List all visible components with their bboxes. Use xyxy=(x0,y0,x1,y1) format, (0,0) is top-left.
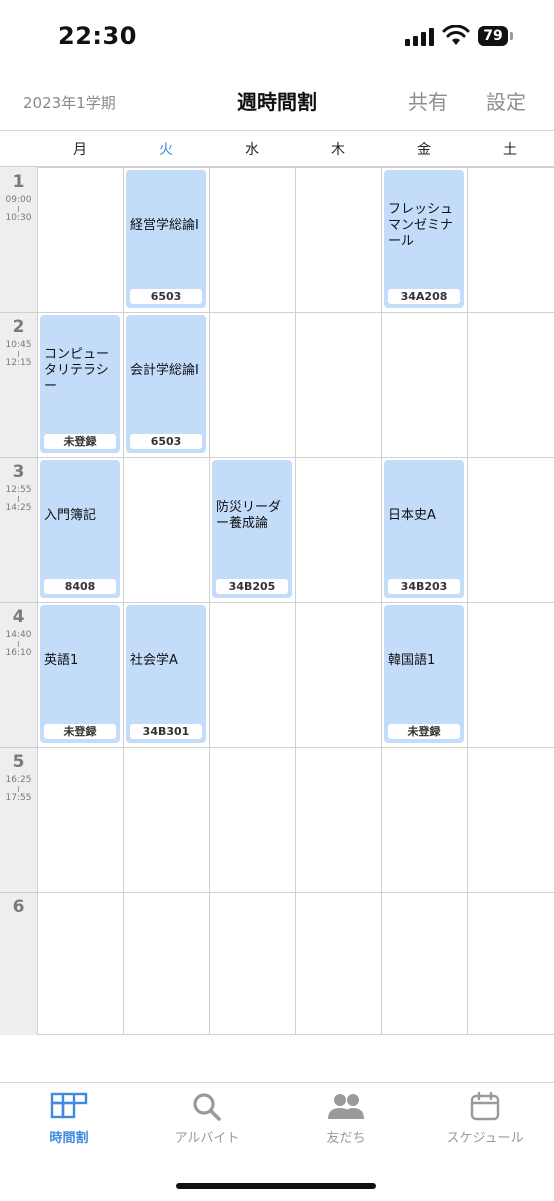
period-cell: 3 12:55 14:25 xyxy=(0,457,37,603)
course-card[interactable]: 韓国語1 未登録 xyxy=(384,605,464,743)
friends-icon xyxy=(328,1094,364,1119)
period-number: 4 xyxy=(12,607,25,627)
course-name: 経営学総論I xyxy=(130,218,199,233)
course-name: 防災リーダー養成論 xyxy=(216,500,282,531)
day-header-today: 火 xyxy=(159,142,173,158)
tab-label: 友だち xyxy=(326,1131,366,1146)
day-header: 木 xyxy=(331,142,345,158)
course-room: 34B205 xyxy=(216,579,288,594)
period-cell: 2 10:45 12:15 xyxy=(0,312,37,458)
period-end: 10:30 xyxy=(5,213,32,223)
course-room: 6503 xyxy=(130,289,202,304)
course-room: 8408 xyxy=(44,579,116,594)
tab-label: アルバイト xyxy=(174,1131,240,1146)
course-card[interactable]: 経営学総論I 6503 xyxy=(126,170,206,308)
course-name: コンピュータリテラシー xyxy=(44,347,110,394)
course-room: 34B203 xyxy=(388,579,460,594)
day-header: 土 xyxy=(503,142,517,158)
period-end: 17:55 xyxy=(5,793,32,803)
course-card[interactable]: 英語1 未登録 xyxy=(40,605,120,743)
settings-button[interactable]: 設定 xyxy=(486,86,526,115)
status-bar: 22:30 79 xyxy=(0,0,554,70)
day-header: 水 xyxy=(245,142,259,158)
tab-timetable[interactable]: 時間割 xyxy=(0,1091,138,1161)
period-start: 12:55 xyxy=(5,485,32,495)
home-indicator xyxy=(176,1183,376,1189)
period-cell: 6 xyxy=(0,892,37,1035)
course-room: 未登録 xyxy=(44,434,116,449)
battery-icon: 79 xyxy=(478,26,514,46)
period-cell: 4 14:40 16:10 xyxy=(0,602,37,748)
day-header: 月 xyxy=(73,142,87,158)
course-card[interactable]: 日本史A 34B203 xyxy=(384,460,464,598)
period-number: 2 xyxy=(12,317,25,337)
course-room: 34B301 xyxy=(130,724,202,739)
wifi-icon xyxy=(442,25,470,45)
course-card[interactable]: 入門簿記 8408 xyxy=(40,460,120,598)
tab-label: スケジュール xyxy=(446,1131,524,1146)
course-name: 入門簿記 xyxy=(44,508,97,523)
search-icon xyxy=(193,1093,221,1121)
period-cell: 5 16:25 17:55 xyxy=(0,747,37,893)
course-card[interactable]: フレッシュマンゼミナール 34A208 xyxy=(384,170,464,308)
period-start: 10:45 xyxy=(5,340,32,350)
tab-label: 時間割 xyxy=(49,1131,89,1146)
period-number: 3 xyxy=(12,462,25,482)
period-end: 16:10 xyxy=(5,648,32,658)
status-time: 22:30 xyxy=(58,22,137,50)
tab-schedule[interactable]: スケジュール xyxy=(416,1091,554,1161)
course-name: フレッシュマンゼミナール xyxy=(388,202,454,249)
course-name: 社会学A xyxy=(130,653,178,668)
course-card[interactable]: 防災リーダー養成論 34B205 xyxy=(212,460,292,598)
period-start: 09:00 xyxy=(5,195,32,205)
course-room: 34A208 xyxy=(388,289,460,304)
period-column: 1 09:00 10:30 2 10:45 12:15 3 12:55 14:2… xyxy=(0,167,38,1035)
day-header-row: 月 火 水 木 金 土 xyxy=(0,131,554,168)
battery-level: 79 xyxy=(478,26,508,46)
period-start: 16:25 xyxy=(5,775,32,785)
period-end: 12:15 xyxy=(5,358,32,368)
course-card[interactable]: 会計学総論I 6503 xyxy=(126,315,206,453)
period-number: 1 xyxy=(12,172,25,192)
period-start: 14:40 xyxy=(5,630,32,640)
nav-header: 2023年1学期 週時間割 共有 設定 xyxy=(0,70,554,131)
period-number: 6 xyxy=(12,897,25,917)
calendar-icon xyxy=(470,1091,500,1121)
course-name: 韓国語1 xyxy=(388,653,436,668)
day-header: 金 xyxy=(417,142,431,158)
course-card[interactable]: 社会学A 34B301 xyxy=(126,605,206,743)
course-name: 会計学総論I xyxy=(130,363,199,378)
page-title: 週時間割 xyxy=(237,90,317,114)
course-name: 英語1 xyxy=(44,653,79,668)
timetable-icon xyxy=(50,1092,88,1119)
course-name: 日本史A xyxy=(388,508,436,523)
course-card[interactable]: コンピュータリテラシー未登録 xyxy=(40,315,120,453)
share-button[interactable]: 共有 xyxy=(408,86,448,115)
timetable-grid: 1 09:00 10:30 2 10:45 12:15 3 12:55 14:2… xyxy=(0,167,554,1035)
course-room: 6503 xyxy=(130,434,202,449)
course-room: 未登録 xyxy=(44,724,116,739)
cellular-signal-icon xyxy=(405,28,434,46)
course-room: 未登録 xyxy=(388,724,460,739)
period-end: 14:25 xyxy=(5,503,32,513)
period-number: 5 xyxy=(12,752,25,772)
period-cell: 1 09:00 10:30 xyxy=(0,167,37,313)
tab-part-time[interactable]: アルバイト xyxy=(138,1091,276,1161)
tab-friends[interactable]: 友だち xyxy=(277,1091,415,1161)
